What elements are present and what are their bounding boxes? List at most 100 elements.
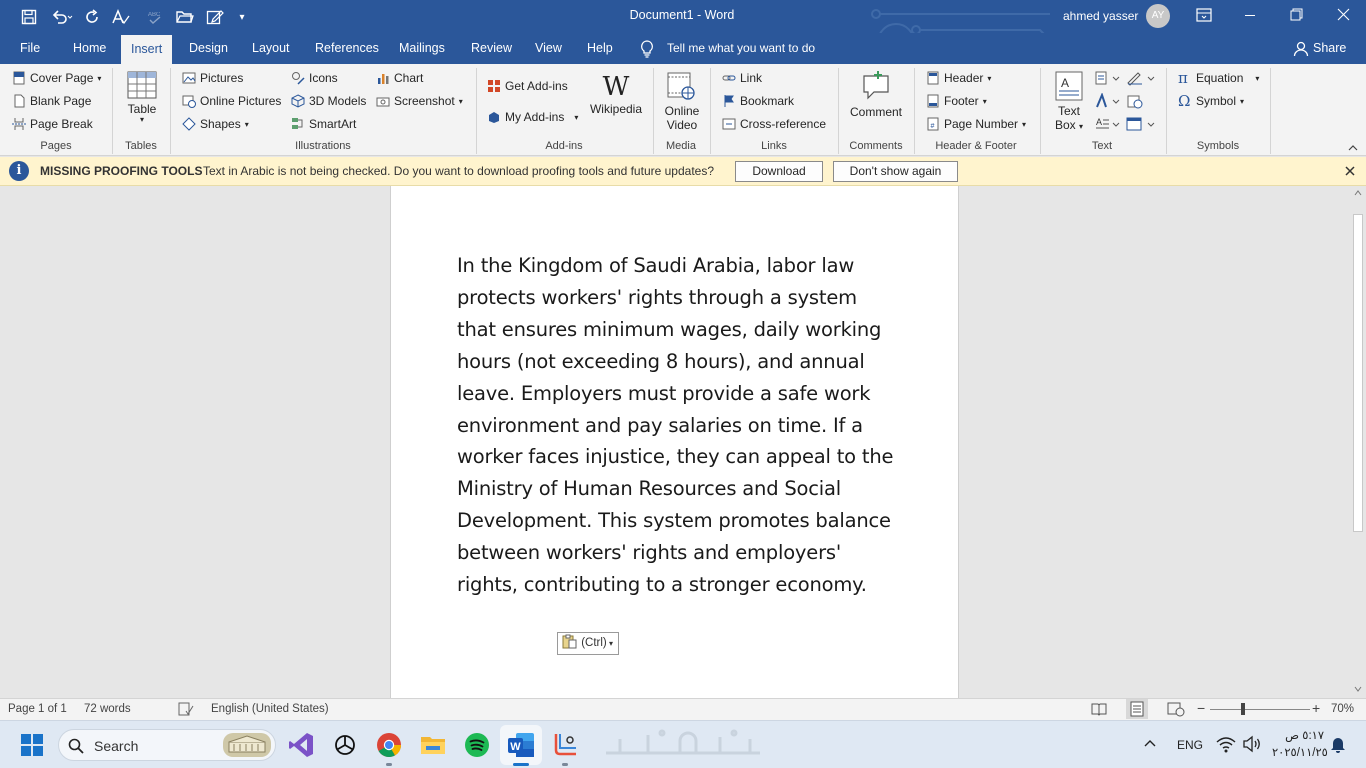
paste-options-button[interactable]: (Ctrl) ▾: [557, 632, 619, 655]
pictures-button[interactable]: Pictures: [182, 71, 243, 85]
table-button[interactable]: Table ▾: [120, 71, 164, 124]
3d-models-button[interactable]: 3D Models: [291, 94, 366, 108]
tab-file[interactable]: File: [16, 33, 44, 64]
page-break-button[interactable]: Page Break: [12, 117, 93, 131]
signature-line-button[interactable]: [1126, 70, 1158, 86]
ribbon-display-options-icon[interactable]: [1196, 8, 1214, 24]
tell-me-search[interactable]: Tell me what you want to do: [663, 33, 819, 64]
screenshot-button[interactable]: Screenshot ▾: [376, 94, 463, 108]
scroll-up-icon[interactable]: [1354, 190, 1362, 196]
tab-help[interactable]: Help: [583, 33, 617, 64]
avatar[interactable]: AY: [1146, 4, 1170, 28]
open-folder-icon[interactable]: [174, 7, 196, 27]
wikipedia-button[interactable]: W Wikipedia: [588, 72, 644, 116]
online-pictures-button[interactable]: Online Pictures: [182, 94, 281, 108]
restore-icon[interactable]: [1290, 8, 1304, 22]
footer-button[interactable]: Footer ▾: [926, 94, 987, 108]
scroll-thumb[interactable]: [1353, 214, 1363, 532]
spotify-icon[interactable]: [459, 727, 495, 763]
cover-page-icon: [12, 71, 26, 85]
clock-date[interactable]: ٢٠٢٥/١١/٢٥: [1272, 745, 1328, 759]
word-count[interactable]: 72 words: [84, 703, 131, 715]
zoom-slider-thumb[interactable]: [1241, 703, 1246, 715]
document-page[interactable]: In the Kingdom of Saudi Arabia, labor la…: [390, 186, 959, 698]
user-name[interactable]: ahmed yasser: [1063, 9, 1138, 23]
close-icon[interactable]: [1337, 8, 1351, 22]
redo-icon[interactable]: [83, 7, 103, 27]
volume-icon[interactable]: [1242, 735, 1262, 753]
language-status[interactable]: English (United States): [211, 703, 329, 715]
chrome-icon[interactable]: [371, 727, 407, 763]
get-add-ins-button[interactable]: Get Add-ins: [487, 79, 568, 93]
shapes-button[interactable]: Shapes ▾: [182, 117, 249, 131]
smartart-button[interactable]: SmartArt: [291, 117, 356, 131]
notification-bell-icon[interactable]: [1330, 735, 1346, 753]
zoom-out-button[interactable]: −: [1197, 700, 1205, 716]
file-explorer-icon[interactable]: [415, 727, 451, 763]
edit-doc-icon[interactable]: [204, 7, 226, 27]
cross-reference-button[interactable]: Cross-reference: [722, 117, 826, 131]
tab-review[interactable]: Review: [467, 33, 516, 64]
undo-icon[interactable]: [48, 7, 76, 27]
link-button[interactable]: Link: [722, 71, 762, 85]
collapse-ribbon-icon[interactable]: [1347, 142, 1359, 152]
page-count[interactable]: Page 1 of 1: [8, 703, 67, 715]
tab-mailings[interactable]: Mailings: [395, 33, 449, 64]
online-video-button[interactable]: Online Video: [658, 71, 706, 132]
wifi-icon[interactable]: [1216, 735, 1236, 753]
zoom-slider[interactable]: [1210, 709, 1310, 710]
cover-page-button[interactable]: Cover Page ▾: [12, 71, 101, 85]
print-layout-icon[interactable]: [1126, 699, 1148, 719]
download-button[interactable]: Download: [735, 161, 823, 182]
web-layout-icon[interactable]: [1167, 701, 1185, 717]
wordart-button[interactable]: [1094, 92, 1124, 109]
pi-icon: π: [1178, 69, 1188, 87]
input-language[interactable]: ENG: [1177, 738, 1203, 752]
show-hidden-icons-icon[interactable]: [1143, 736, 1157, 750]
equation-button[interactable]: π Equation ▾: [1178, 69, 1259, 87]
header-button[interactable]: Header ▾: [926, 71, 991, 85]
close-message-icon[interactable]: [1344, 165, 1356, 177]
share-person-icon[interactable]: [1293, 41, 1309, 57]
tab-insert[interactable]: Insert: [121, 35, 173, 64]
text-style-icon[interactable]: [109, 7, 133, 27]
dont-show-again-button[interactable]: Don't show again: [833, 161, 958, 182]
tab-home[interactable]: Home: [69, 33, 110, 64]
minimize-icon[interactable]: [1244, 6, 1258, 24]
date-time-button[interactable]: [1126, 93, 1158, 109]
new-comment-button[interactable]: Comment: [846, 70, 906, 119]
scroll-down-icon[interactable]: [1354, 686, 1362, 692]
proofing-icon[interactable]: [178, 702, 194, 716]
zoom-level[interactable]: 70%: [1331, 703, 1354, 715]
snipping-tool-icon[interactable]: [547, 727, 583, 763]
read-mode-icon[interactable]: [1091, 701, 1107, 717]
quick-parts-button[interactable]: [1094, 70, 1124, 86]
windows-start-icon[interactable]: [14, 727, 50, 763]
word-app-icon[interactable]: W: [503, 727, 539, 763]
icons-button[interactable]: Icons: [291, 71, 338, 85]
tab-references[interactable]: References: [311, 33, 383, 64]
my-add-ins-button[interactable]: My Add-ins ▾: [487, 110, 578, 124]
tab-layout[interactable]: Layout: [248, 33, 294, 64]
blank-page-button[interactable]: Blank Page: [12, 94, 91, 108]
text-box-button[interactable]: A Text Box ▾: [1048, 71, 1090, 134]
save-icon[interactable]: [18, 7, 40, 27]
tab-design[interactable]: Design: [185, 33, 232, 64]
vertical-scrollbar[interactable]: [1350, 186, 1366, 698]
zoom-in-button[interactable]: +: [1312, 700, 1320, 716]
taskbar-search[interactable]: Search: [58, 729, 276, 761]
page-number-button[interactable]: # Page Number ▾: [926, 117, 1026, 131]
clock-time[interactable]: ٥:١٧ ص: [1274, 728, 1324, 742]
drop-cap-button[interactable]: A: [1094, 116, 1124, 132]
visual-studio-icon[interactable]: [283, 727, 319, 763]
chatgpt-icon[interactable]: [327, 727, 363, 763]
share-button[interactable]: Share: [1309, 33, 1350, 64]
tab-view[interactable]: View: [531, 33, 566, 64]
symbol-button[interactable]: Ω Symbol ▾: [1178, 94, 1244, 109]
customize-qat-icon[interactable]: ▾: [234, 7, 250, 27]
bookmark-button[interactable]: Bookmark: [722, 94, 794, 108]
spelling-icon[interactable]: ABC: [145, 7, 165, 27]
document-body[interactable]: In the Kingdom of Saudi Arabia, labor la…: [457, 250, 897, 601]
object-button[interactable]: [1126, 116, 1158, 132]
chart-button[interactable]: Chart: [376, 71, 423, 85]
